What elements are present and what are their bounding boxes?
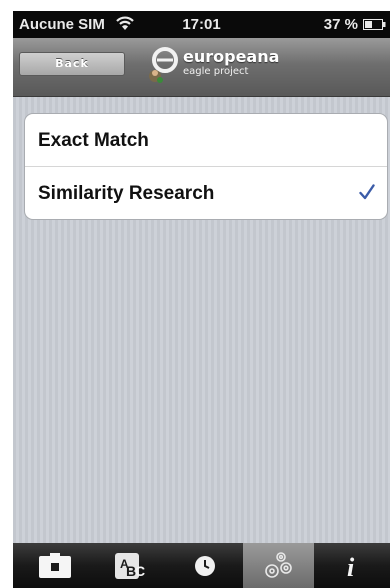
info-icon: i: [347, 553, 355, 580]
app-screen: Aucune SIM 17:01 37 % Back europeana eag…: [13, 11, 390, 588]
gears-icon: [264, 551, 292, 578]
content-area: Exact Match Similarity Research: [13, 97, 390, 543]
battery-icon: [363, 19, 386, 30]
navigation-bar: Back europeana eagle project: [13, 38, 390, 97]
clock-icon: [194, 555, 215, 576]
status-bar: Aucune SIM 17:01 37 %: [13, 11, 390, 38]
search-mode-options: Exact Match Similarity Research: [24, 113, 388, 220]
tab-info[interactable]: i: [318, 543, 389, 588]
camera-icon: [38, 552, 71, 578]
option-label: Exact Match: [38, 130, 149, 151]
tab-bar: A B C i: [13, 543, 390, 588]
battery-percent: 37 %: [323, 16, 358, 33]
option-exact-match[interactable]: Exact Match: [25, 114, 387, 167]
logo-subtitle: eagle project: [183, 66, 249, 77]
tab-history[interactable]: [169, 543, 240, 588]
europeana-logo-icon: [149, 47, 178, 83]
checkmark-icon: [359, 184, 375, 200]
logo-title: europeana: [183, 47, 280, 66]
back-button[interactable]: Back: [19, 52, 125, 76]
tab-text-recognition[interactable]: A B C: [93, 543, 164, 588]
svg-text:C: C: [135, 563, 145, 579]
option-similarity-research[interactable]: Similarity Research: [25, 167, 387, 220]
svg-text:i: i: [347, 553, 355, 580]
option-label: Similarity Research: [38, 183, 215, 204]
text-recognition-icon: A B C: [114, 552, 145, 579]
tab-settings[interactable]: [243, 543, 314, 588]
tab-camera[interactable]: [19, 543, 90, 588]
